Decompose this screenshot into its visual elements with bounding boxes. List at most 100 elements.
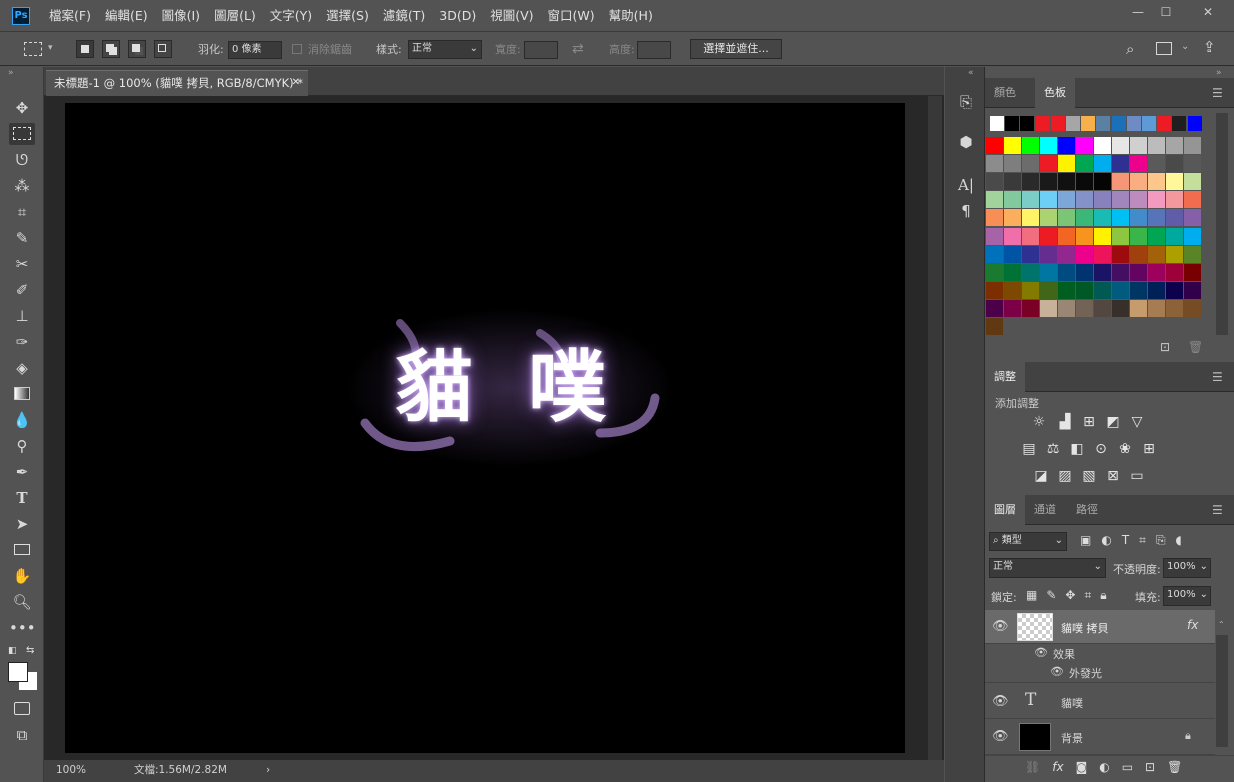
swatch[interactable] [1126, 116, 1141, 131]
eye-icon[interactable]: 👁︎ [992, 694, 1009, 709]
type-filter-icon[interactable]: T [1122, 533, 1129, 548]
swatch-grid[interactable] [986, 113, 1202, 336]
lock-transparent-icon[interactable]: ▦ [1026, 588, 1037, 603]
swatch[interactable] [1166, 191, 1183, 209]
workspace-icon[interactable] [1156, 42, 1172, 55]
eye-icon[interactable]: 👁︎ [1049, 665, 1065, 678]
swatch[interactable] [1004, 263, 1021, 281]
swatch[interactable] [986, 137, 1003, 154]
swatch[interactable] [1020, 116, 1035, 131]
swatch[interactable] [986, 263, 1003, 281]
lock-artboard-icon[interactable]: ⌗ [1084, 588, 1091, 603]
swatch[interactable] [1094, 155, 1111, 173]
filter-toggle-icon[interactable]: ◖ [1176, 533, 1182, 548]
swatch[interactable] [1094, 209, 1111, 227]
style-select[interactable]: 正常 ⌄ [408, 40, 482, 59]
menu-image[interactable]: 圖像(I) [155, 0, 207, 32]
adjustment-layer-icon[interactable]: ◐ [1099, 760, 1109, 774]
swatch[interactable] [1058, 263, 1075, 281]
brightness-icon[interactable]: ☼ [1030, 413, 1048, 431]
dodge-tool-icon[interactable]: ⚲ [9, 435, 35, 457]
swatch[interactable] [990, 116, 1004, 131]
layer-name[interactable]: 貓噗 [1061, 695, 1083, 711]
add-selection-button[interactable] [102, 40, 120, 58]
panel-menu-icon[interactable]: ☰ [1212, 495, 1226, 525]
swatch[interactable] [1130, 245, 1147, 263]
swatch[interactable] [1022, 245, 1039, 263]
swatch[interactable] [1166, 299, 1183, 317]
eyedropper-icon[interactable]: ✎ [9, 227, 35, 249]
swatch[interactable] [1142, 116, 1156, 131]
history-icon[interactable]: ⎘ [955, 91, 977, 113]
move-tool-icon[interactable]: ✥ [9, 97, 35, 119]
bw-icon[interactable]: ◧ [1068, 440, 1086, 458]
menu-type[interactable]: 文字(Y) [263, 0, 319, 32]
swatch[interactable] [1076, 227, 1093, 245]
close-window-button[interactable]: ✕ [1194, 4, 1222, 20]
swatch[interactable] [1130, 191, 1147, 209]
swatch[interactable] [1058, 227, 1075, 245]
swatch[interactable] [1130, 299, 1147, 317]
path-select-icon[interactable]: ➤ [9, 513, 35, 535]
swatch[interactable] [1040, 263, 1057, 281]
swap-icon[interactable]: ⇄ [572, 40, 584, 58]
tab-paths[interactable]: 路徑 [1067, 495, 1107, 525]
collapse-icon[interactable]: » [8, 68, 14, 78]
zoom-level[interactable]: 100% [56, 760, 86, 780]
swatch[interactable] [1096, 116, 1111, 131]
shape-filter-icon[interactable]: ⌗ [1139, 533, 1146, 548]
crop-tool-icon[interactable]: ⌗ [9, 201, 35, 223]
swatch[interactable] [1184, 191, 1201, 209]
width-input[interactable] [524, 41, 558, 59]
swatch[interactable] [1148, 281, 1165, 299]
character-icon[interactable]: A| [955, 174, 977, 196]
swatch[interactable] [986, 191, 1003, 209]
swatch[interactable] [1022, 299, 1039, 317]
swatch[interactable] [1166, 155, 1183, 173]
swatch[interactable] [1004, 299, 1021, 317]
swatch[interactable] [1040, 155, 1057, 173]
swatch[interactable] [1166, 137, 1183, 154]
swatch[interactable] [1166, 245, 1183, 263]
eye-icon[interactable]: 👁︎ [992, 619, 1009, 634]
zoom-tool-icon[interactable]: 🔍︎ [9, 591, 35, 613]
swatch[interactable] [986, 209, 1003, 227]
swatch[interactable] [1094, 299, 1111, 317]
swatch[interactable] [1004, 191, 1021, 209]
swatch[interactable] [1148, 227, 1165, 245]
swatch[interactable] [1112, 281, 1129, 299]
swatch[interactable] [1076, 137, 1093, 154]
search-icon[interactable]: ⌕ [1126, 40, 1134, 58]
swatch[interactable] [1040, 137, 1057, 154]
canvas[interactable]: 貓 噗 [65, 103, 905, 753]
swatch[interactable] [1076, 263, 1093, 281]
trash-icon[interactable]: 🗑︎ [1188, 340, 1203, 354]
swatch[interactable] [1184, 245, 1201, 263]
adjustment-filter-icon[interactable]: ◐ [1101, 533, 1111, 548]
hue-sat-icon[interactable]: ▤ [1020, 440, 1038, 458]
foreground-color-swatch[interactable] [8, 662, 28, 682]
hand-tool-icon[interactable]: ✋ [9, 565, 35, 587]
swatch[interactable] [1172, 116, 1187, 131]
swatch[interactable] [1112, 299, 1129, 317]
color-lookup-icon[interactable]: ⊞ [1140, 440, 1158, 458]
marquee-preset-icon[interactable] [24, 42, 42, 56]
swatch[interactable] [1148, 191, 1165, 209]
magic-wand-icon[interactable]: ⁂ [9, 175, 35, 197]
menu-filter[interactable]: 濾鏡(T) [376, 0, 432, 32]
photo-filter-icon[interactable]: ⊙ [1092, 440, 1110, 458]
swatch[interactable] [1004, 137, 1021, 154]
select-and-mask-button[interactable]: 選擇並遮住... [690, 39, 782, 59]
layer-name[interactable]: 背景 [1061, 730, 1083, 746]
menu-file[interactable]: 檔案(F) [42, 0, 98, 32]
swatch[interactable] [1184, 137, 1201, 154]
3d-icon[interactable]: ⬢ [955, 131, 977, 153]
swatch[interactable] [1094, 137, 1111, 154]
swatch[interactable] [1058, 137, 1075, 154]
swatch[interactable] [1112, 137, 1129, 154]
swatch[interactable] [1166, 209, 1183, 227]
swatch[interactable] [1035, 116, 1050, 131]
swatch[interactable] [1184, 281, 1201, 299]
swatch[interactable] [1076, 245, 1093, 263]
swatch[interactable] [1022, 137, 1039, 154]
